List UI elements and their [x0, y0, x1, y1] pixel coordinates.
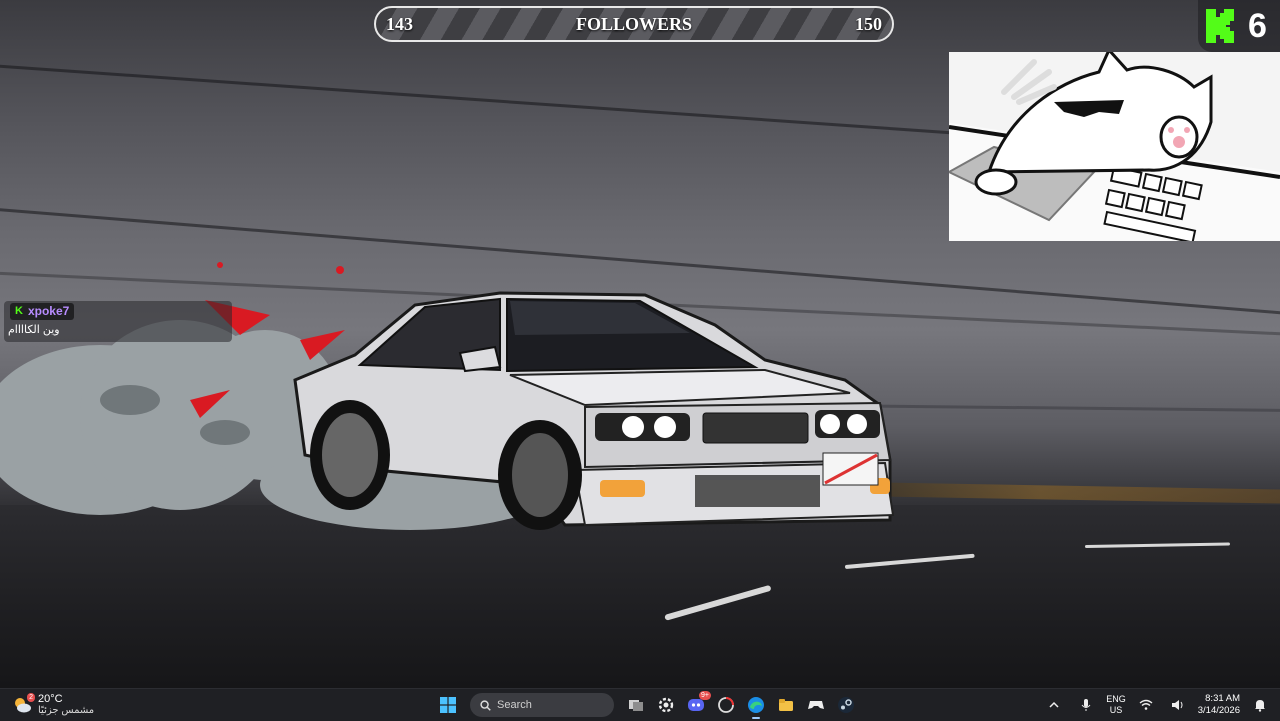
lane-marking — [664, 584, 772, 621]
chat-message-text: وين الكاااام — [8, 324, 60, 336]
clock-date: 3/14/2026 — [1197, 705, 1240, 716]
task-view-icon[interactable] — [624, 693, 648, 717]
input-language-indicator[interactable]: ENG US — [1106, 694, 1126, 716]
steam-icon[interactable] — [834, 693, 858, 717]
network-wifi-icon[interactable] — [1134, 693, 1158, 717]
search-icon — [480, 699, 491, 711]
weather-condition: مشمس جزئيًا — [38, 705, 95, 716]
follower-goal-target: 150 — [855, 13, 882, 34]
bongo-cat-overlay — [949, 52, 1280, 241]
lane-marking — [1084, 542, 1231, 548]
kick-logo-icon — [1206, 9, 1234, 43]
chevron-up-icon[interactable] — [1042, 693, 1066, 717]
gamepad-icon[interactable] — [804, 693, 828, 717]
file-explorer-icon[interactable] — [774, 693, 798, 717]
kick-viewer-count: 6 — [1248, 6, 1267, 45]
browser-icon[interactable] — [714, 693, 738, 717]
taskbar-pinned-apps: Search 9+ — [436, 691, 858, 719]
bongo-cat-illustration — [949, 52, 1280, 241]
windows-taskbar: 2 20°C مشمس جزئيًا Search 9+ ENG US 8:31… — [0, 688, 1280, 721]
discord-icon[interactable]: 9+ — [684, 691, 711, 717]
system-tray: ENG US 8:31 AM 3/14/2026 — [1042, 692, 1272, 718]
follower-goal-label: FOLLOWERS — [575, 13, 693, 34]
notifications-bell-icon[interactable] — [1248, 693, 1272, 717]
weather-widget[interactable]: 2 20°C مشمس جزئيًا — [12, 693, 94, 717]
discord-notification-badge: 9+ — [699, 691, 711, 700]
search-placeholder: Search — [497, 699, 532, 711]
edge-icon[interactable] — [744, 693, 768, 719]
windows-start-icon[interactable] — [436, 693, 460, 717]
microphone-icon[interactable] — [1074, 693, 1098, 717]
road-curb — [880, 482, 1280, 504]
lane-marking — [844, 553, 975, 569]
tire-smoke — [100, 385, 160, 415]
taskbar-search-box[interactable]: Search — [470, 693, 614, 717]
chat-overlay: K xpoke7 وين الكاااام — [4, 301, 232, 342]
kick-viewer-badge: 6 — [1198, 0, 1280, 52]
follower-current-count: 143 — [386, 13, 413, 34]
settings-gear-icon[interactable] — [654, 693, 678, 717]
weather-temperature: 20°C — [38, 693, 63, 705]
kick-icon: K — [15, 305, 23, 317]
volume-icon[interactable] — [1166, 693, 1190, 717]
follower-goal-bar: 143 FOLLOWERS 150 — [374, 6, 894, 42]
partly-sunny-icon: 2 — [12, 693, 35, 715]
language-code: ENG — [1106, 694, 1126, 704]
region-code: US — [1109, 705, 1123, 715]
chat-username: xpoke7 — [27, 304, 70, 318]
taskbar-clock[interactable]: 8:31 AM 3/14/2026 — [1198, 693, 1240, 717]
weather-alert-badge: 2 — [27, 693, 35, 702]
clock-time: 8:31 AM — [1205, 693, 1240, 704]
chat-username-tag: K xpoke7 — [10, 303, 75, 320]
